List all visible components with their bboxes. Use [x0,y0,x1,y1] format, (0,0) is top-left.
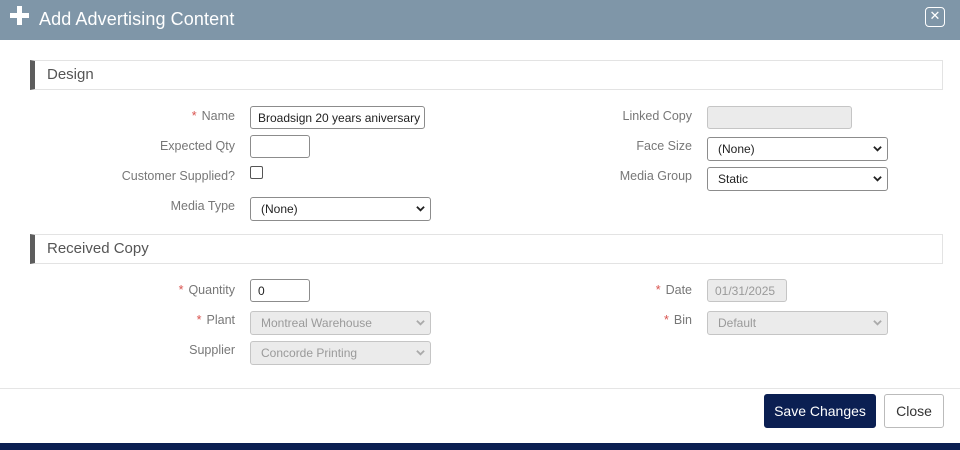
section-title-design: Design [47,66,94,83]
required-marker: * [196,313,202,327]
face-size-value: (None) [718,142,755,156]
required-marker: * [664,313,669,327]
required-marker: * [655,283,661,297]
name-label: * Name [191,109,235,123]
linked-copy-input [707,106,852,129]
section-title-received-copy: Received Copy [47,240,149,257]
dialog-titlebar: Add Advertising Content ✕ [0,0,960,40]
bin-select: Default [707,311,888,335]
plant-select: Montreal Warehouse [250,311,431,335]
quantity-input[interactable]: 0 [250,279,310,302]
name-input[interactable]: Broadsign 20 years aniversary [250,106,425,129]
date-label: * Date [655,283,692,297]
expected-qty-input[interactable] [250,135,310,158]
chevron-down-icon [416,206,425,212]
required-marker: * [191,109,197,123]
section-design: Design [30,60,943,90]
chevron-down-icon [416,350,425,356]
plant-label: * Plant [196,313,235,327]
bin-label: * Bin [664,313,692,327]
supplier-select: Concorde Printing [250,341,431,365]
footer-divider [0,388,960,389]
bin-value: Default [718,316,757,330]
section-received-copy: Received Copy [30,234,943,264]
plant-value: Montreal Warehouse [261,316,372,330]
page-bottom-bar [0,443,960,450]
chevron-down-icon [416,320,425,326]
supplier-label: Supplier [189,343,235,357]
customer-supplied-label: Customer Supplied? [121,169,235,183]
close-button[interactable]: Close [884,394,944,428]
date-input: 01/31/2025 [707,279,787,302]
chevron-down-icon [873,146,882,152]
expected-qty-label: Expected Qty [159,139,235,153]
required-marker: * [178,283,184,297]
customer-supplied-checkbox[interactable] [250,166,263,179]
close-icon[interactable]: ✕ [925,7,945,27]
quantity-label: * Quantity [178,283,235,297]
media-type-label: Media Type [170,199,235,213]
media-type-value: (None) [261,202,298,216]
face-size-select[interactable]: (None) [707,137,888,161]
face-size-label: Face Size [636,139,692,153]
supplier-value: Concorde Printing [261,346,358,360]
media-group-value: Static [718,172,749,186]
save-changes-button[interactable]: Save Changes [764,394,876,428]
chevron-down-icon [873,176,882,182]
plus-icon [10,6,30,26]
dialog-title: Add Advertising Content [39,9,235,29]
media-group-label: Media Group [619,169,692,183]
media-group-select[interactable]: Static [707,167,888,191]
chevron-down-icon [873,320,882,326]
media-type-select[interactable]: (None) [250,197,431,221]
linked-copy-label: Linked Copy [622,109,693,123]
